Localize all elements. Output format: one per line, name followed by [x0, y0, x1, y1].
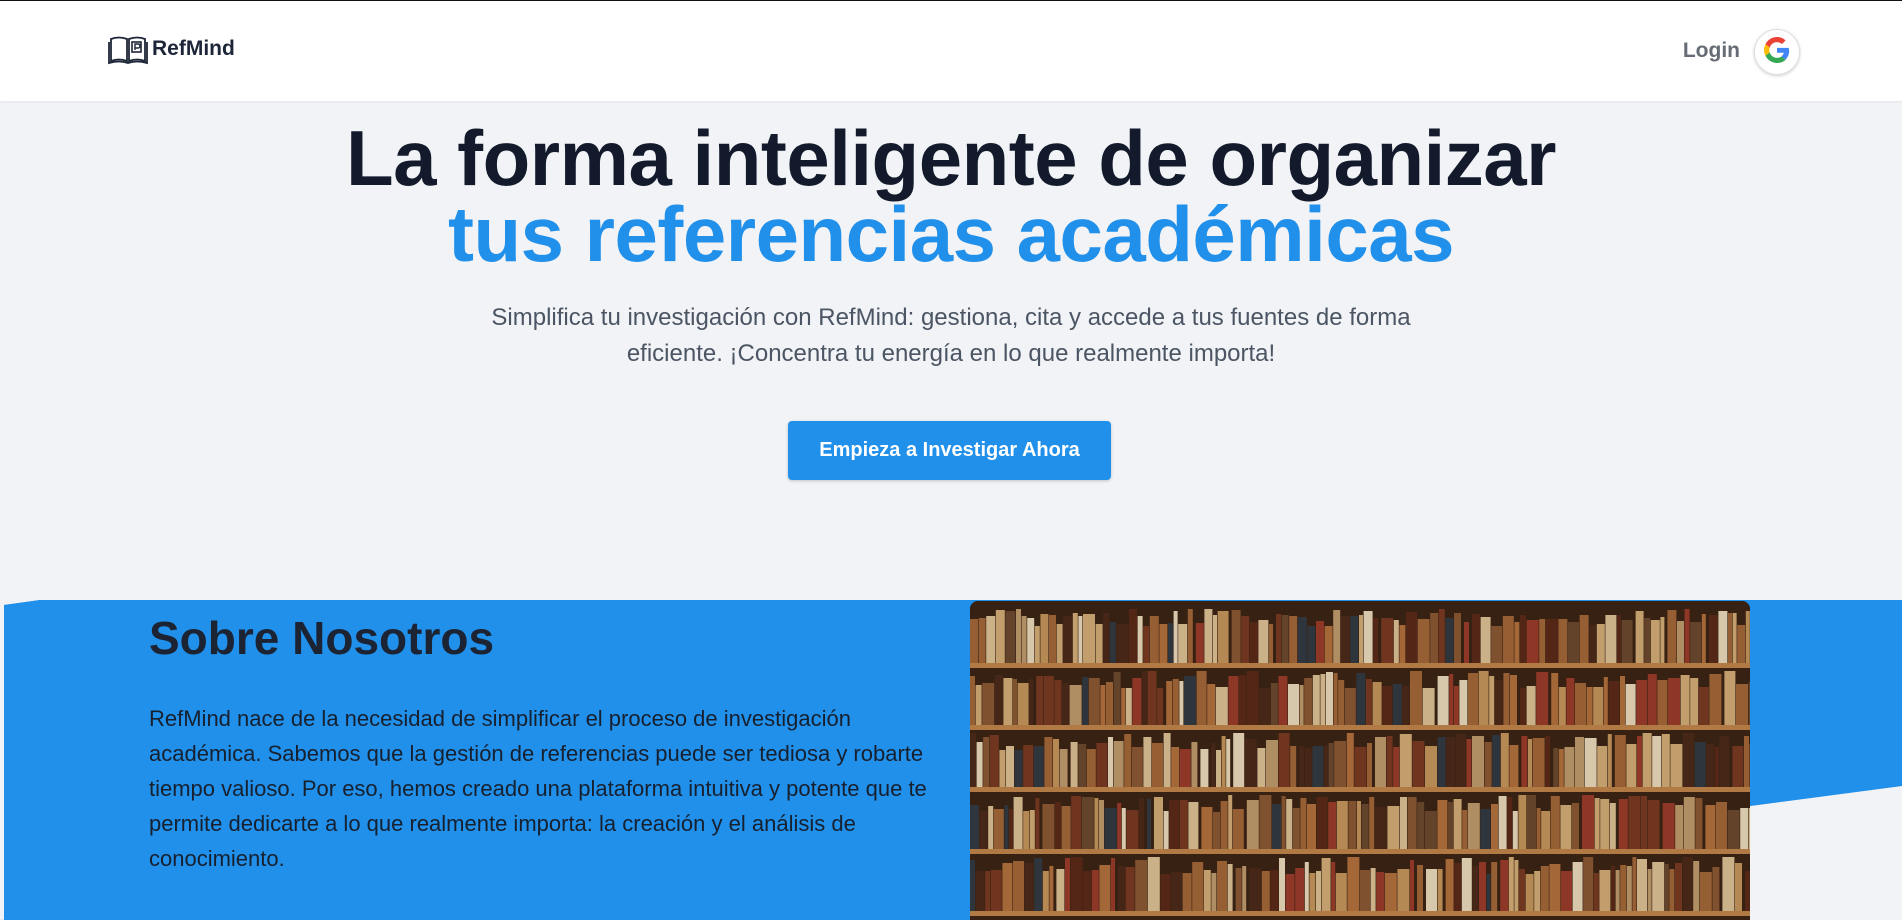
about-title: Sobre Nosotros [149, 612, 495, 664]
google-login-button[interactable] [1754, 29, 1800, 75]
hero-subtitle: Simplifica tu investigación con RefMind:… [491, 304, 1411, 367]
start-research-button[interactable]: Empieza a Investigar Ahora [788, 421, 1111, 480]
login-link[interactable]: Login [1683, 39, 1740, 63]
brand-name: RefMind [152, 37, 235, 60]
google-icon [1764, 36, 1790, 68]
about-paragraph-1: RefMind nace de la necesidad de simplifi… [149, 706, 927, 871]
library-bookshelf-image [970, 601, 1750, 920]
hero-title-line1: La forma inteligente de organizar [345, 114, 1557, 202]
brand-logo[interactable]: RefMind [108, 33, 235, 65]
hero-title-line2: tus referencias académicas [448, 190, 1454, 278]
open-book-icon [108, 33, 148, 65]
top-navbar: RefMind Login [0, 0, 1902, 101]
